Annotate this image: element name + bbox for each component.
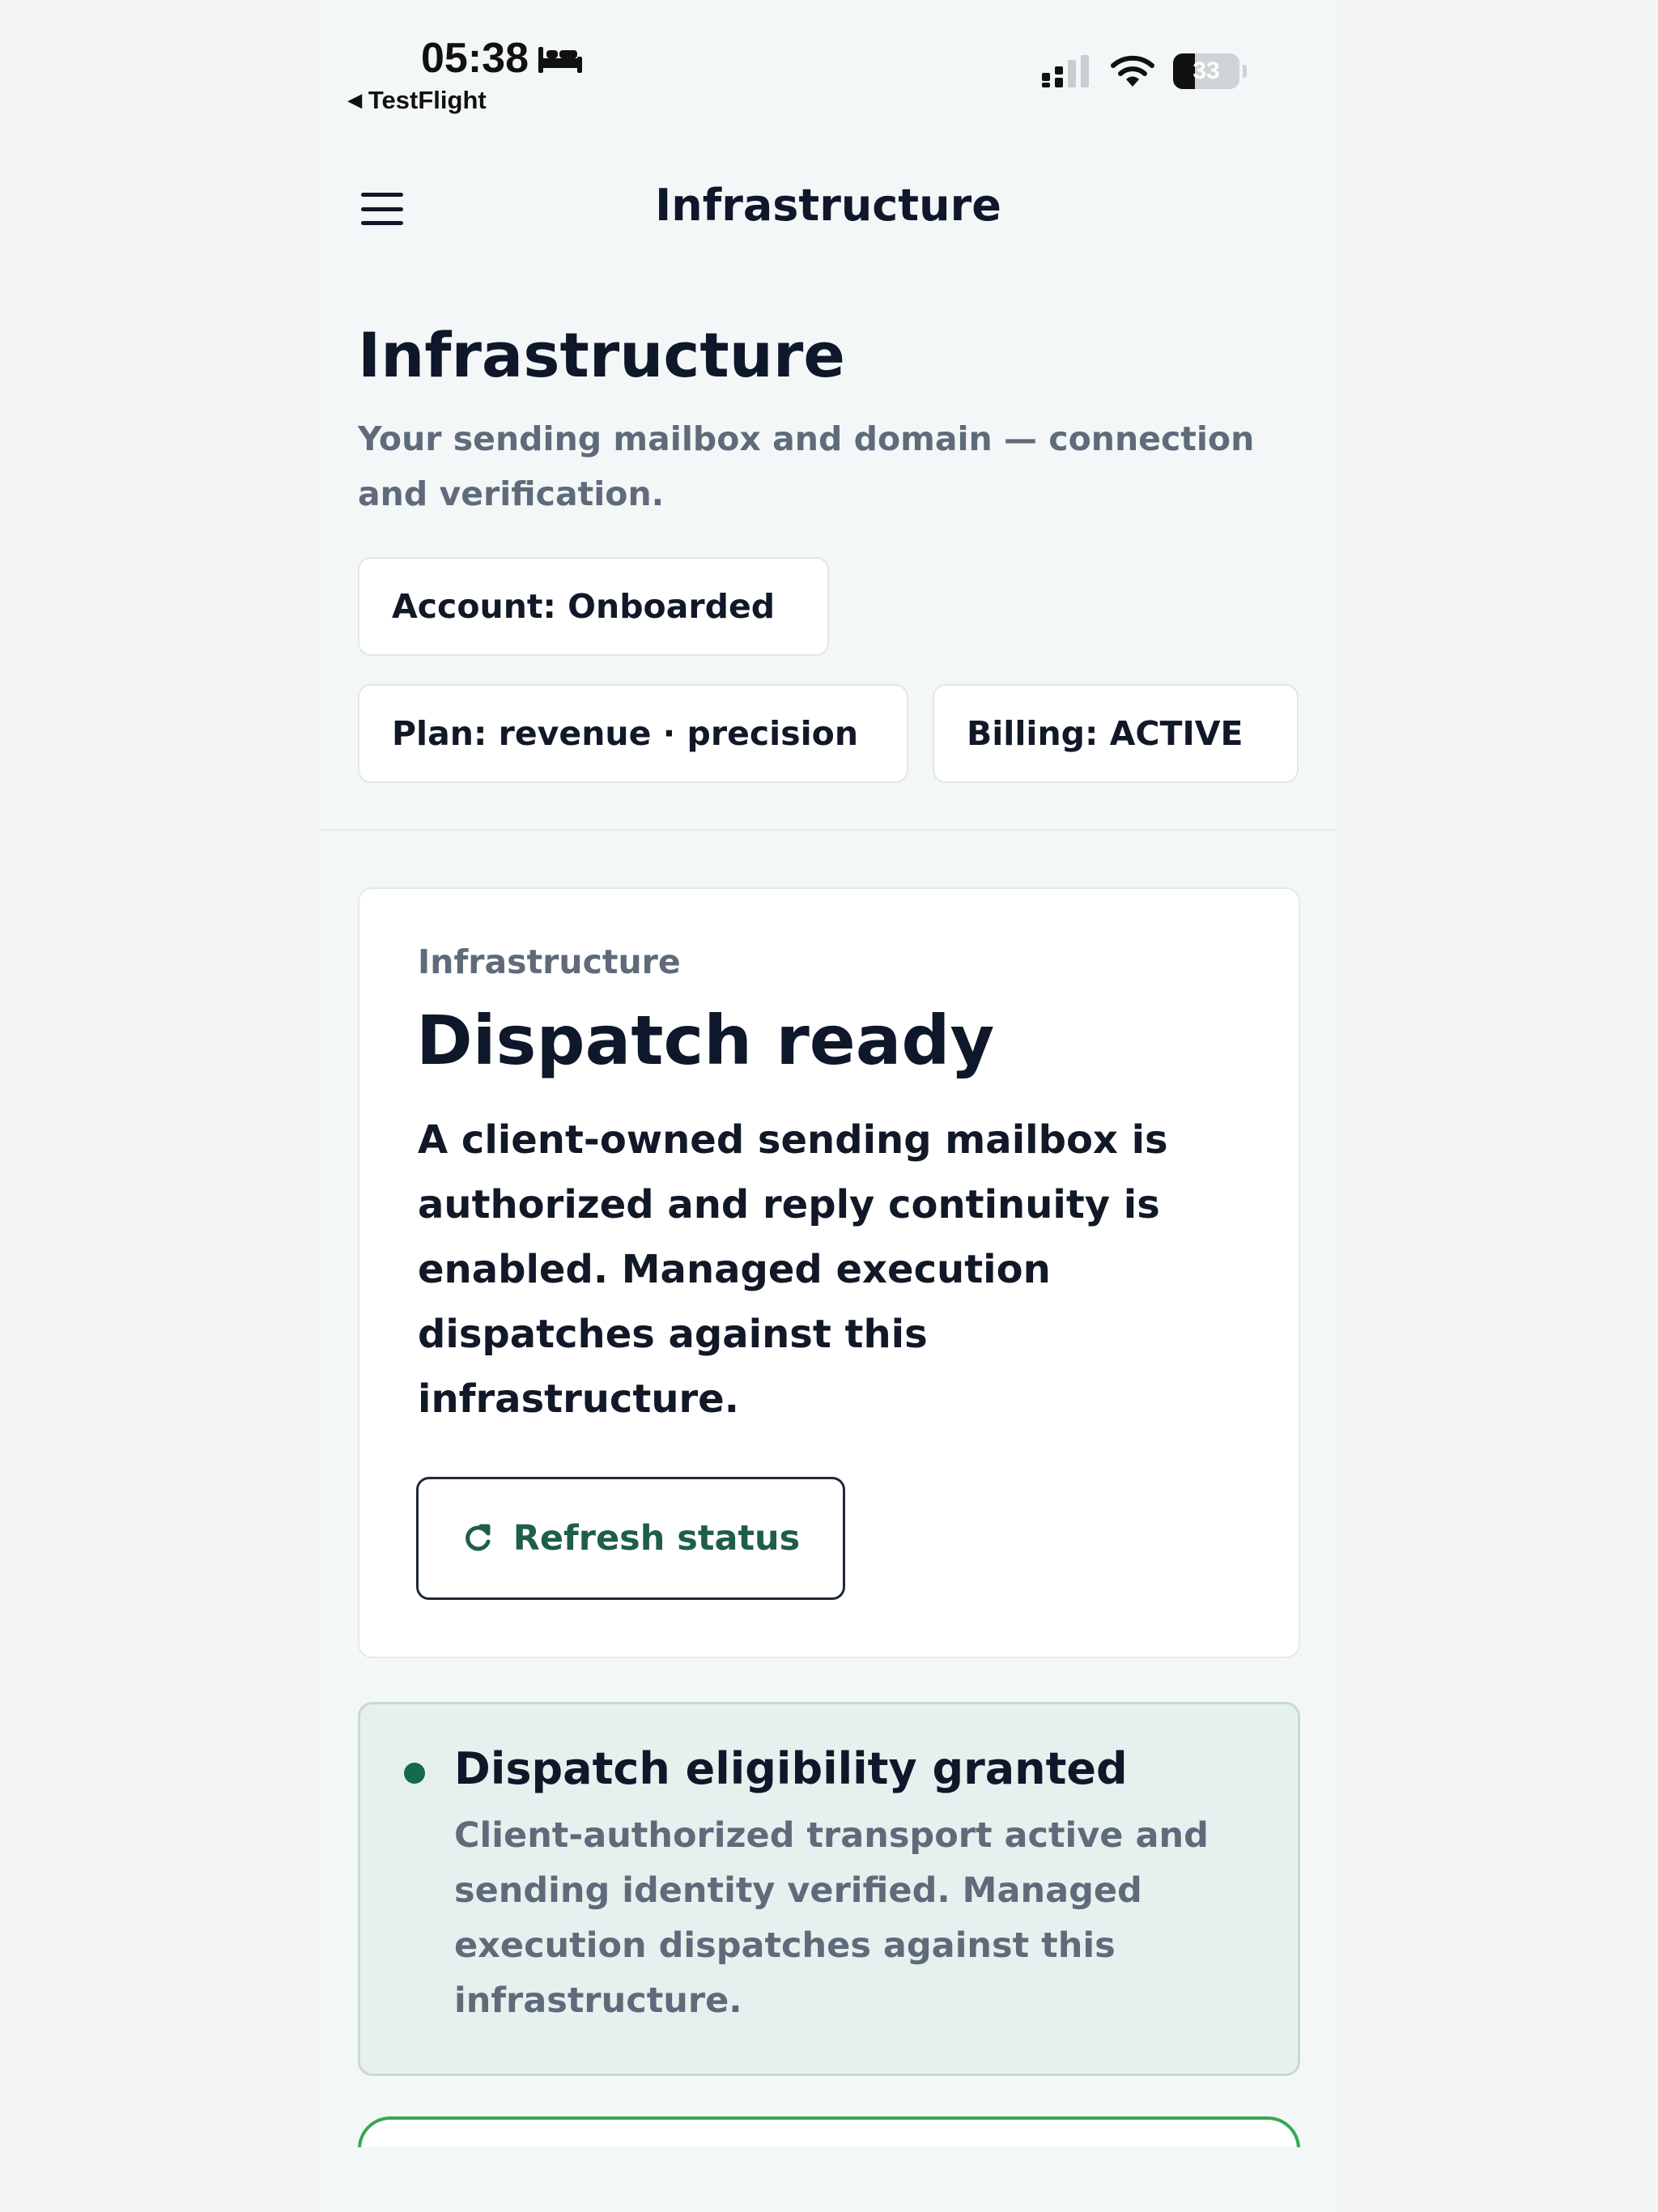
- refresh-icon: [465, 1524, 491, 1551]
- back-to-app-link[interactable]: ◀ TestFlight: [348, 86, 487, 115]
- dispatch-status-card: Infrastructure Dispatch ready A client-o…: [358, 887, 1300, 1658]
- battery-level: 33: [1192, 57, 1220, 84]
- eligibility-title: Dispatch eligibility granted: [454, 1743, 1128, 1794]
- section-divider: [319, 829, 1337, 831]
- billing-status-chip: Billing: ACTIVE: [933, 684, 1299, 783]
- wifi-icon: [1111, 55, 1154, 87]
- page-title: Infrastructure: [358, 319, 845, 391]
- status-indicators: 33: [1040, 53, 1247, 89]
- eligibility-callout: Dispatch eligibility granted Client-auth…: [358, 1702, 1300, 2076]
- refresh-status-label: Refresh status: [512, 1518, 801, 1559]
- battery-nub: [1243, 65, 1247, 78]
- bed-icon: [538, 47, 582, 73]
- back-arrow-icon: ◀: [348, 90, 362, 110]
- card-eyebrow: Infrastructure: [418, 942, 681, 981]
- status-dot-icon: [404, 1763, 425, 1784]
- cellular-signal-icon: [1042, 55, 1089, 87]
- header-title: Infrastructure: [655, 180, 1001, 231]
- bottom-cutoff: [319, 2147, 1337, 2212]
- refresh-status-button[interactable]: Refresh status: [416, 1477, 845, 1600]
- page-subtitle: Your sending mailbox and domain — connec…: [358, 419, 1255, 513]
- eligibility-description: Client-authorized transport active and s…: [454, 1815, 1209, 2021]
- status-time: 05:38: [421, 34, 584, 83]
- app-screen: 05:38 ◀ TestFlight 33 Infrastructure Inf…: [319, 0, 1337, 2212]
- plan-chip: Plan: revenue · precision: [358, 684, 908, 783]
- back-app-label: TestFlight: [368, 86, 487, 114]
- battery-icon: 33: [1173, 53, 1239, 89]
- card-heading: Dispatch ready: [416, 1001, 995, 1080]
- card-description: A client-owned sending mailbox is author…: [418, 1117, 1168, 1422]
- status-time-text: 05:38: [421, 35, 529, 82]
- account-status-chip: Account: Onboarded: [358, 557, 829, 656]
